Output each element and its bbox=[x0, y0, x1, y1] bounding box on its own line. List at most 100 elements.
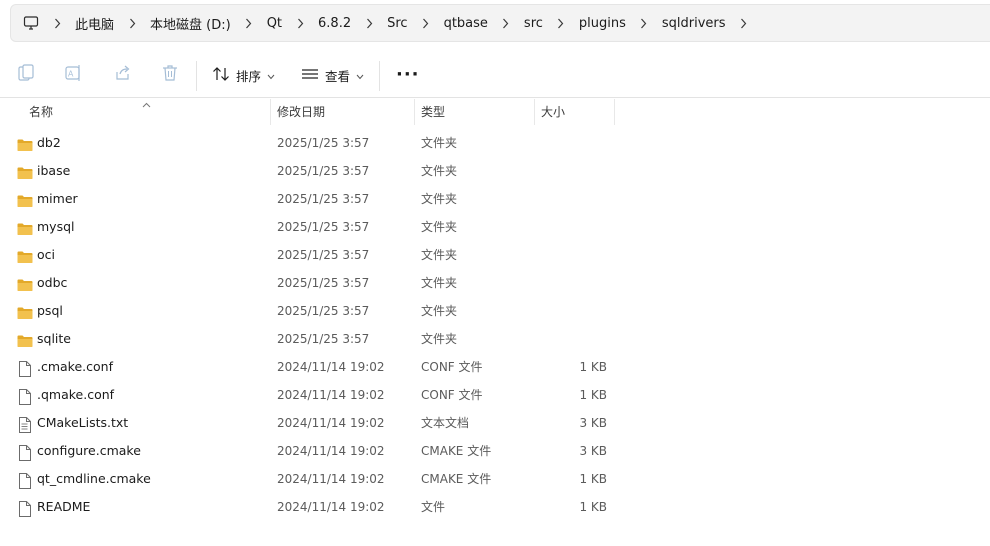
file-date: 2024/11/14 19:02 bbox=[277, 444, 385, 458]
file-row[interactable]: .cmake.conf 2024/11/14 19:02 CONF 文件 1 KB bbox=[0, 353, 990, 381]
column-divider[interactable] bbox=[534, 99, 535, 125]
chevron-right-icon[interactable] bbox=[39, 5, 75, 41]
breadcrumb-item[interactable]: 本地磁盘 (D:) bbox=[150, 14, 231, 33]
address-bar[interactable]: 此电脑 本地磁盘 (D:) Qt 6.8.2 Src qtbase src plugins sq… bbox=[10, 4, 990, 42]
file-type: CMAKE 文件 bbox=[421, 472, 492, 486]
file-size bbox=[540, 297, 607, 325]
file-row[interactable]: qt_cmdline.cmake 2024/11/14 19:02 CMAKE 文件… bbox=[0, 465, 990, 493]
file-type: 文件夹 bbox=[421, 192, 458, 206]
folder-row[interactable]: psql 2025/1/25 3:57 文件夹 bbox=[0, 297, 990, 325]
column-size[interactable]: 大小 bbox=[541, 99, 565, 125]
column-divider[interactable] bbox=[270, 99, 271, 125]
sort-arrows-icon bbox=[212, 66, 230, 85]
sort-label: 排序 bbox=[236, 69, 262, 84]
breadcrumb-item[interactable]: qtbase bbox=[444, 16, 488, 31]
folder-icon bbox=[17, 275, 33, 291]
chevron-right-icon[interactable] bbox=[282, 5, 318, 41]
breadcrumb-item[interactable]: Qt bbox=[267, 16, 282, 31]
breadcrumb-item[interactable]: plugins bbox=[579, 16, 626, 31]
more-icon: ··· bbox=[396, 64, 420, 85]
file-size bbox=[540, 241, 607, 269]
folder-icon bbox=[17, 163, 33, 179]
folder-icon bbox=[17, 191, 33, 207]
trash-icon bbox=[162, 64, 178, 85]
chevron-right-icon[interactable] bbox=[488, 5, 524, 41]
file-name: db2 bbox=[37, 135, 61, 150]
file-date: 2025/1/25 3:57 bbox=[277, 164, 370, 178]
file-type: CONF 文件 bbox=[421, 388, 483, 402]
chevron-down-icon bbox=[267, 68, 275, 83]
file-row[interactable]: .qmake.conf 2024/11/14 19:02 CONF 文件 1 KB bbox=[0, 381, 990, 409]
breadcrumb-item[interactable]: src bbox=[524, 16, 543, 31]
column-name[interactable]: 名称 bbox=[29, 99, 53, 125]
toolbar-divider bbox=[379, 61, 380, 91]
file-row[interactable]: README 2024/11/14 19:02 文件 1 KB bbox=[0, 493, 990, 521]
file-name: CMakeLists.txt bbox=[37, 415, 129, 430]
column-date[interactable]: 修改日期 bbox=[277, 99, 325, 125]
folder-row[interactable]: ibase 2025/1/25 3:57 文件夹 bbox=[0, 157, 990, 185]
file-type: 文件 bbox=[421, 500, 446, 514]
more-options-button[interactable]: ··· bbox=[396, 64, 420, 85]
breadcrumb-item[interactable]: Src bbox=[387, 16, 407, 31]
file-date: 2025/1/25 3:57 bbox=[277, 276, 370, 290]
view-button[interactable]: 查看 bbox=[301, 66, 364, 85]
file-row[interactable]: configure.cmake 2024/11/14 19:02 CMAKE 文件 3… bbox=[0, 437, 990, 465]
sort-ascending-icon bbox=[142, 96, 151, 111]
folder-row[interactable]: sqlite 2025/1/25 3:57 文件夹 bbox=[0, 325, 990, 353]
chevron-right-icon[interactable] bbox=[114, 5, 150, 41]
file-date: 2025/1/25 3:57 bbox=[277, 248, 370, 262]
copy-button[interactable] bbox=[18, 64, 34, 85]
file-name: ibase bbox=[37, 163, 71, 178]
file-name: sqlite bbox=[37, 331, 71, 346]
view-label: 查看 bbox=[325, 69, 351, 84]
file-type: 文件夹 bbox=[421, 248, 458, 262]
text-file-icon bbox=[17, 415, 33, 433]
file-date: 2025/1/25 3:57 bbox=[277, 192, 370, 206]
folder-row[interactable]: mimer 2025/1/25 3:57 文件夹 bbox=[0, 185, 990, 213]
chevron-right-icon[interactable] bbox=[351, 5, 387, 41]
folder-row[interactable]: odbc 2025/1/25 3:57 文件夹 bbox=[0, 269, 990, 297]
file-name: .qmake.conf bbox=[37, 387, 115, 402]
breadcrumb-item[interactable]: sqldrivers bbox=[662, 16, 726, 31]
chevron-down-icon bbox=[356, 68, 364, 83]
column-type[interactable]: 类型 bbox=[421, 99, 445, 125]
file-date: 2024/11/14 19:02 bbox=[277, 360, 385, 374]
svg-text:A: A bbox=[68, 70, 74, 79]
file-icon bbox=[17, 499, 33, 517]
share-icon bbox=[114, 64, 132, 85]
toolbar-divider bbox=[196, 61, 197, 91]
delete-button[interactable] bbox=[162, 64, 178, 85]
folder-row[interactable]: oci 2025/1/25 3:57 文件夹 bbox=[0, 241, 990, 269]
file-name: odbc bbox=[37, 275, 68, 290]
file-row[interactable]: CMakeLists.txt 2024/11/14 19:02 文本文档 3 KB bbox=[0, 409, 990, 437]
file-icon bbox=[17, 359, 33, 377]
file-size: 1 KB bbox=[579, 388, 607, 402]
chevron-right-icon[interactable] bbox=[408, 5, 444, 41]
file-type: 文件夹 bbox=[421, 332, 458, 346]
folder-row[interactable]: mysql 2025/1/25 3:57 文件夹 bbox=[0, 213, 990, 241]
folder-row[interactable]: db2 2025/1/25 3:57 文件夹 bbox=[0, 129, 990, 157]
share-button[interactable] bbox=[114, 64, 132, 85]
chevron-right-icon[interactable] bbox=[726, 5, 762, 41]
column-header: 名称 修改日期 类型 大小 bbox=[0, 99, 990, 125]
file-name: oci bbox=[37, 247, 55, 262]
breadcrumb-item[interactable]: 6.8.2 bbox=[318, 16, 351, 31]
command-bar: A 排序 查看 ··· bbox=[0, 52, 990, 98]
file-name: mysql bbox=[37, 219, 75, 234]
file-name: psql bbox=[37, 303, 63, 318]
file-type: 文件夹 bbox=[421, 220, 458, 234]
column-divider[interactable] bbox=[414, 99, 415, 125]
sort-button[interactable]: 排序 bbox=[212, 66, 275, 85]
chevron-right-icon[interactable] bbox=[543, 5, 579, 41]
chevron-right-icon[interactable] bbox=[626, 5, 662, 41]
view-list-icon bbox=[301, 66, 319, 85]
breadcrumb-item[interactable]: 此电脑 bbox=[75, 14, 114, 33]
file-size bbox=[540, 185, 607, 213]
chevron-right-icon[interactable] bbox=[231, 5, 267, 41]
file-name: .cmake.conf bbox=[37, 359, 113, 374]
rename-button[interactable]: A bbox=[65, 64, 83, 85]
file-size bbox=[540, 157, 607, 185]
this-pc-icon[interactable] bbox=[23, 15, 39, 31]
copy-icon bbox=[18, 64, 34, 85]
column-divider[interactable] bbox=[614, 99, 615, 125]
